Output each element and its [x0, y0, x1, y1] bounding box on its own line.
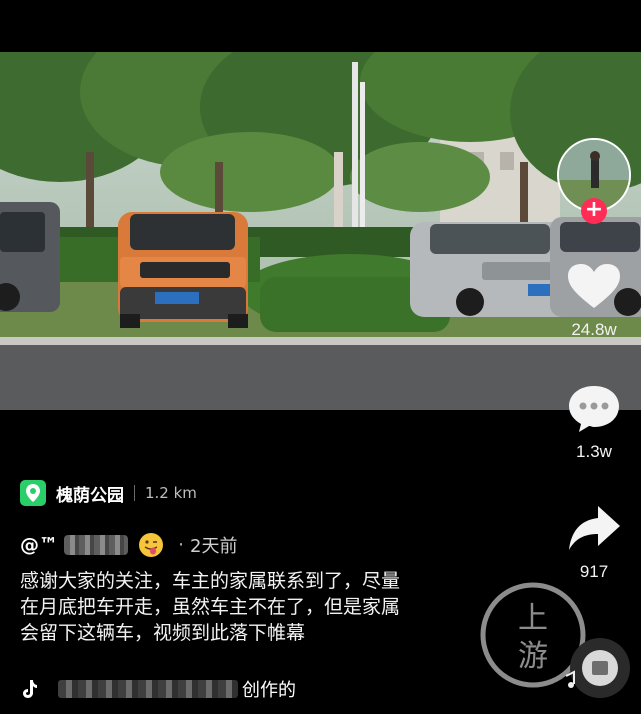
music-disc-icon: [565, 638, 630, 698]
music-info[interactable]: 创作的: [20, 676, 296, 702]
comment-icon: [569, 386, 619, 432]
share-icon: [569, 506, 620, 550]
like-button[interactable]: 24.8w: [554, 262, 634, 340]
location-pin-icon: [20, 480, 46, 506]
author-line[interactable]: @™ · 2天前: [20, 530, 238, 560]
caption-line: 会留下这辆车，视频到此落下帷幕: [20, 622, 306, 644]
author-name-redacted: [64, 535, 128, 555]
music-suffix: 创作的: [242, 680, 296, 701]
author-avatar-button[interactable]: +: [557, 138, 631, 224]
caption-line: 在月底把车开走，虽然车主不在了，但是家属: [20, 596, 401, 618]
heart-icon: [568, 264, 620, 308]
location-distance: 1.2 km: [145, 484, 197, 502]
watermark-char-top: 上: [518, 601, 548, 636]
location-name: 槐荫公园: [56, 485, 124, 506]
music-title-redacted: [58, 680, 238, 698]
share-button[interactable]: 917: [554, 502, 634, 582]
separator-dot: ·: [178, 534, 185, 556]
comment-count: 1.3w: [576, 442, 612, 461]
video-frame-image: [0, 52, 641, 410]
author-handle[interactable]: @™: [20, 534, 58, 556]
tiktok-logo-icon: [23, 680, 37, 698]
share-count: 917: [579, 562, 609, 581]
video-player[interactable]: [0, 52, 641, 410]
like-count: 24.8w: [571, 320, 617, 339]
follow-button[interactable]: +: [581, 198, 607, 224]
tongue-emoji-icon: [139, 533, 163, 557]
post-time: 2天前: [190, 536, 238, 557]
music-disc-button[interactable]: [562, 632, 632, 702]
video-caption[interactable]: 感谢大家的关注，车主的家属联系到了，尽量 在月底把车开走，虽然车主不在了，但是家…: [20, 568, 490, 646]
location-tag[interactable]: 槐荫公园 1.2 km: [20, 478, 197, 508]
comment-button[interactable]: 1.3w: [554, 382, 634, 462]
watermark-char-bottom: 游: [518, 639, 548, 674]
caption-line: 感谢大家的关注，车主的家属联系到了，尽量: [20, 570, 401, 592]
location-divider: [134, 485, 135, 501]
